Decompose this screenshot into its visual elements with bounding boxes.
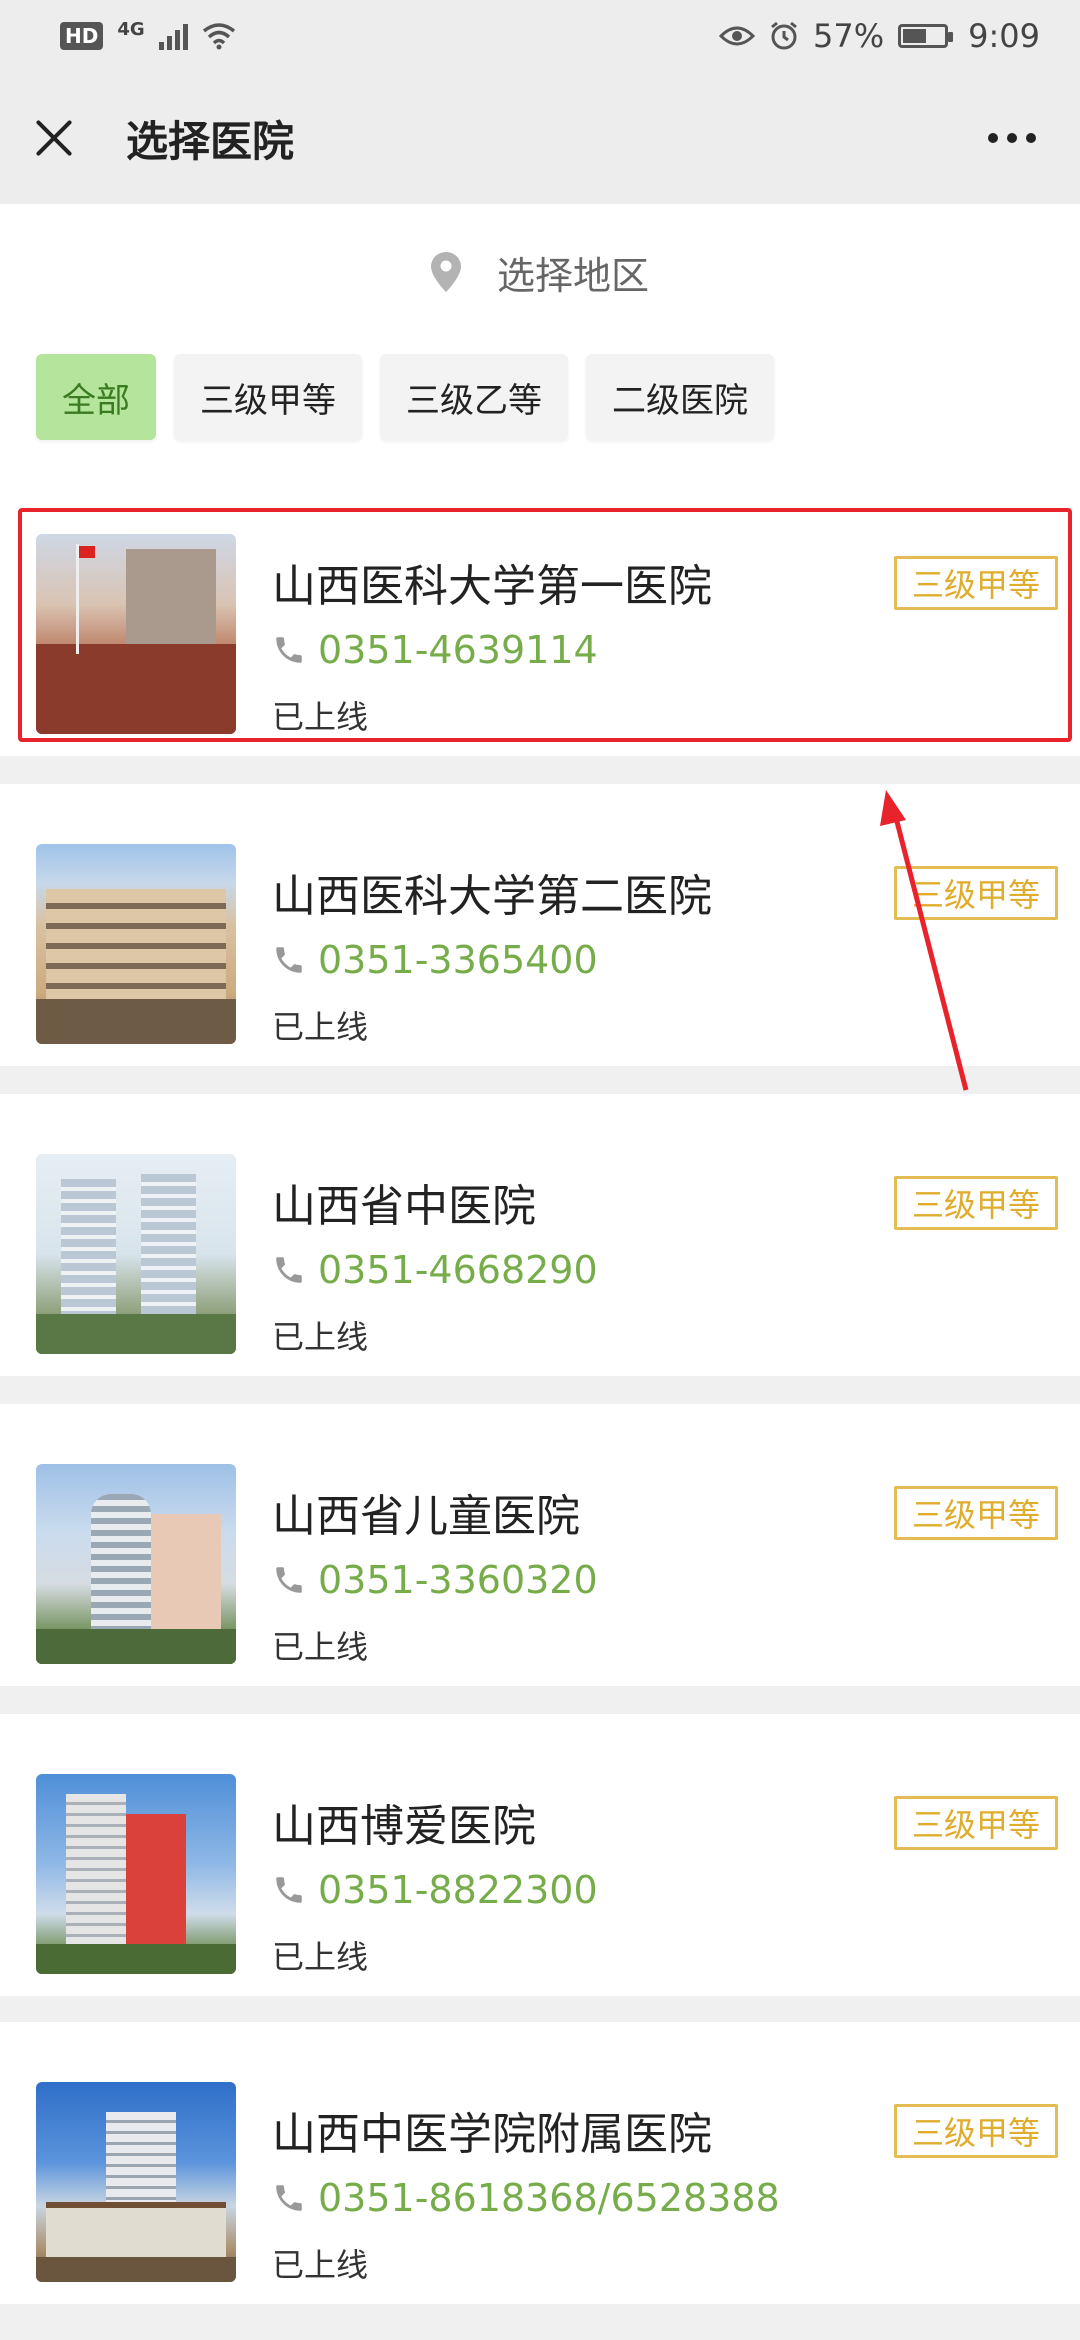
hospital-card[interactable]: 山西省中医院 0351-4668290 已上线 三级甲等 — [0, 1094, 1080, 1376]
phone-icon — [276, 947, 302, 973]
level-badge: 三级甲等 — [894, 1796, 1058, 1850]
phone-row[interactable]: 0351-8822300 — [272, 1868, 598, 1912]
online-status: 已上线 — [272, 1938, 369, 1976]
tab-all[interactable]: 全部 — [36, 354, 156, 440]
hospital-phone[interactable]: 0351-4639114 — [318, 628, 598, 672]
phone-row[interactable]: 0351-3360320 — [272, 1558, 598, 1602]
online-status: 已上线 — [272, 698, 369, 736]
online-status: 已上线 — [272, 1318, 369, 1356]
hospital-name: 山西医科大学第二医院 — [272, 871, 712, 922]
hospital-name: 山西博爱医院 — [272, 1801, 536, 1852]
status-right: 57% 9:09 — [719, 17, 1040, 55]
tab-tertiary-a[interactable]: 三级甲等 — [174, 354, 362, 440]
hospital-name: 山西省中医院 — [272, 1181, 536, 1232]
level-badge: 三级甲等 — [894, 1486, 1058, 1540]
online-status: 已上线 — [272, 2246, 369, 2284]
level-badge: 三级甲等 — [894, 1176, 1058, 1230]
clock: 9:09 — [968, 17, 1040, 55]
tab-secondary[interactable]: 二级医院 — [586, 354, 774, 440]
location-pin-icon — [430, 252, 461, 292]
phone-row[interactable]: 0351-3365400 — [272, 938, 598, 982]
phone-icon — [276, 2185, 302, 2211]
hospital-card[interactable]: 山西医科大学第一医院 0351-4639114 已上线 三级甲等 — [0, 474, 1080, 756]
hospital-photo — [36, 1774, 236, 1974]
phone-row[interactable]: 0351-4639114 — [272, 628, 598, 672]
hospital-photo — [36, 2082, 236, 2282]
tab-tertiary-b[interactable]: 三级乙等 — [380, 354, 568, 440]
hospital-name: 山西省儿童医院 — [272, 1491, 580, 1542]
hospital-photo — [36, 1154, 236, 1354]
phone-row[interactable]: 0351-4668290 — [272, 1248, 598, 1292]
hospital-card[interactable]: 山西博爱医院 0351-8822300 已上线 三级甲等 — [0, 1714, 1080, 1996]
wifi-icon — [202, 23, 235, 50]
hospital-card[interactable]: 山西中医学院附属医院 0351-8618368/6528388 已上线 三级甲等 — [0, 2022, 1080, 2304]
filter-panel: 选择地区 全部 三级甲等 三级乙等 二级医院 — [0, 204, 1080, 474]
phone-icon — [276, 1877, 302, 1903]
hospital-phone[interactable]: 0351-3365400 — [318, 938, 598, 982]
battery-icon — [898, 24, 954, 48]
hospital-card[interactable]: 山西省儿童医院 0351-3360320 已上线 三级甲等 — [0, 1404, 1080, 1686]
hospital-phone[interactable]: 0351-4668290 — [318, 1248, 598, 1292]
status-left: HD 4G — [60, 19, 236, 54]
hospital-phone[interactable]: 0351-3360320 — [318, 1558, 598, 1602]
level-tabs: 全部 三级甲等 三级乙等 二级医院 — [36, 354, 774, 440]
phone-row[interactable]: 0351-8618368/6528388 — [272, 2176, 780, 2220]
phone-icon — [276, 1567, 302, 1593]
hospital-photo — [36, 1464, 236, 1664]
level-badge: 三级甲等 — [894, 556, 1058, 610]
nav-bar: 选择医院 — [0, 72, 1080, 204]
page-title: 选择医院 — [126, 116, 295, 166]
level-badge: 三级甲等 — [894, 866, 1058, 920]
level-badge: 三级甲等 — [894, 2104, 1058, 2158]
hospital-name: 山西中医学院附属医院 — [272, 2109, 712, 2160]
online-status: 已上线 — [272, 1008, 369, 1046]
more-dots-icon[interactable] — [974, 123, 1050, 153]
network-label: 4G — [117, 18, 145, 40]
hd-badge: HD — [60, 22, 104, 50]
phone-icon — [276, 1257, 302, 1283]
status-bar: HD 4G 57% 9:09 — [0, 0, 1080, 72]
hospital-photo — [36, 844, 236, 1044]
hospital-name: 山西医科大学第一医院 — [272, 561, 712, 612]
signal-icon — [158, 22, 188, 50]
phone-icon — [276, 637, 302, 663]
eye-icon — [719, 26, 756, 46]
region-label: 选择地区 — [496, 253, 649, 298]
alarm-icon — [771, 21, 797, 50]
region-selector[interactable]: 选择地区 — [0, 234, 1080, 310]
hospital-card[interactable]: 山西医科大学第二医院 0351-3365400 已上线 三级甲等 — [0, 784, 1080, 1066]
online-status: 已上线 — [272, 1628, 369, 1666]
battery-percent: 57% — [813, 17, 885, 55]
hospital-phone[interactable]: 0351-8618368/6528388 — [318, 2176, 780, 2220]
close-icon[interactable] — [30, 114, 78, 162]
hospital-photo — [36, 534, 236, 734]
hospital-phone[interactable]: 0351-8822300 — [318, 1868, 598, 1912]
